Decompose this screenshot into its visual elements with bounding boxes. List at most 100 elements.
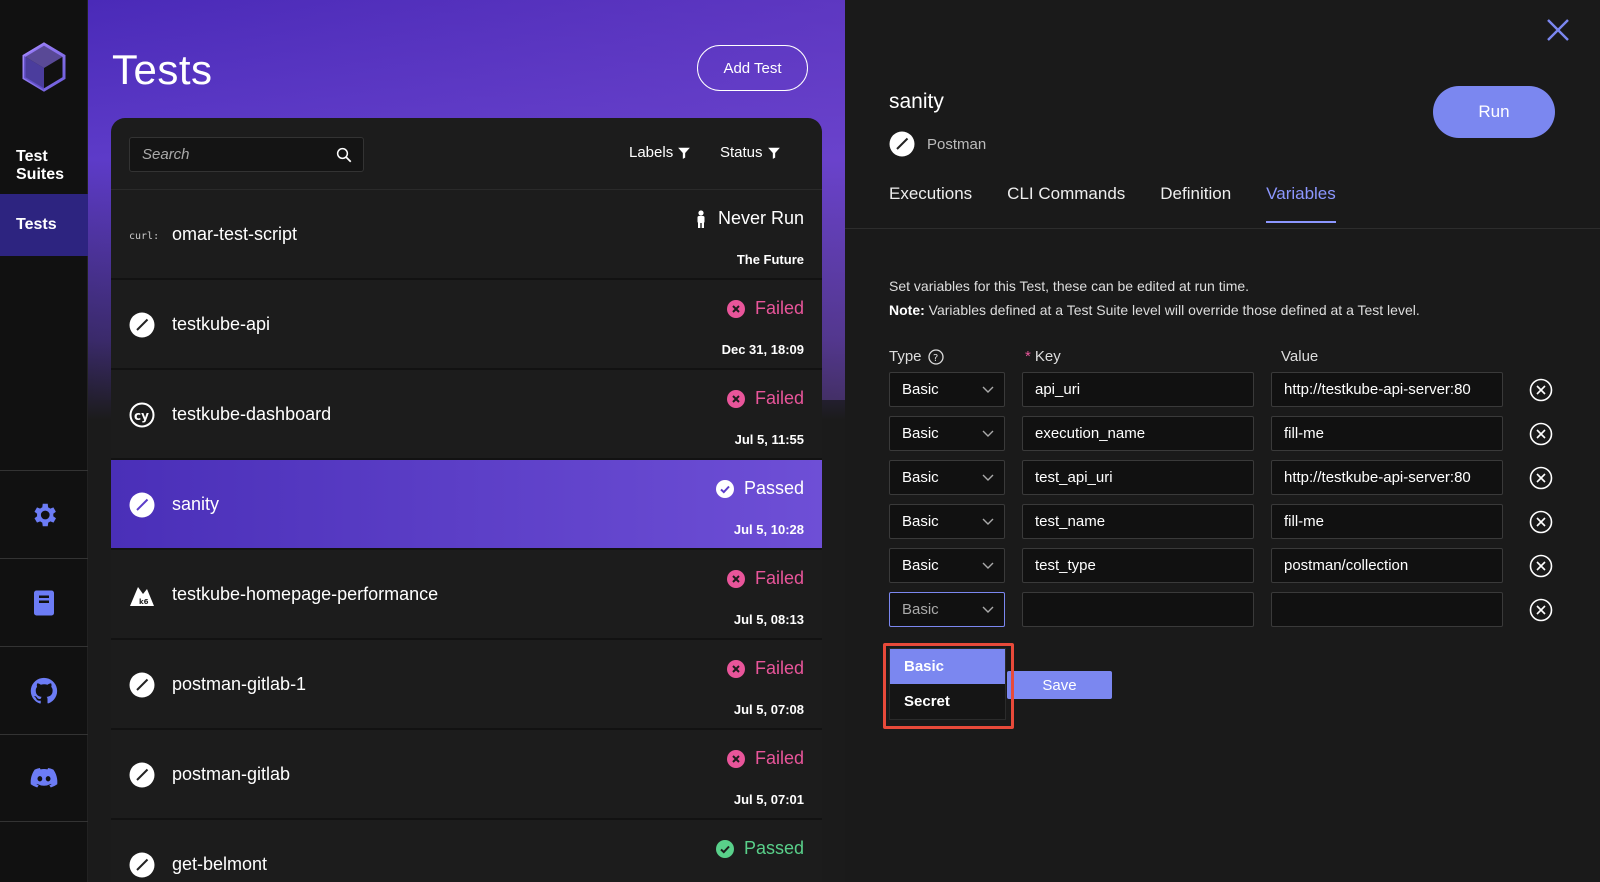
cypress-icon: cy	[129, 402, 155, 428]
settings-button[interactable]	[0, 470, 88, 558]
status-label: Failed	[754, 568, 804, 588]
key-input[interactable]: test_name	[1022, 504, 1254, 539]
postman-icon	[889, 131, 915, 157]
value-input[interactable]: fill-me	[1271, 416, 1503, 451]
test-time: Dec 31, 18:09	[721, 342, 804, 357]
test-name: postman-gitlab	[172, 764, 291, 784]
close-icon[interactable]	[1546, 18, 1570, 42]
test-row[interactable]: k6 testkube-homepage-performance Failed …	[111, 550, 822, 640]
type-select-value: Basic	[902, 513, 939, 530]
key-input[interactable]: test_api_uri	[1022, 460, 1254, 495]
labels-filter-label: Labels	[629, 144, 674, 161]
status-label: Passed	[743, 838, 804, 858]
svg-text:k6: k6	[139, 598, 149, 606]
tab-definition[interactable]: Definition	[1160, 184, 1231, 223]
add-test-button[interactable]: Add Test	[697, 45, 808, 91]
search-icon[interactable]	[335, 146, 353, 164]
test-row[interactable]: postman-gitlab-1 Failed Jul 5, 07:08	[111, 640, 822, 730]
test-row[interactable]: get-belmont Passed	[111, 820, 822, 882]
note-label: Note:	[889, 302, 925, 318]
tab-variables[interactable]: Variables	[1266, 184, 1336, 223]
svg-text:?: ?	[933, 353, 938, 364]
x-circle-icon	[726, 569, 745, 588]
value-input[interactable]: fill-me	[1271, 504, 1503, 539]
note-body: Variables defined at a Test Suite level …	[924, 302, 1420, 318]
type-select[interactable]: Basic	[889, 372, 1005, 407]
list-toolbar: Labels Status	[111, 118, 822, 190]
testkube-logo-icon[interactable]	[22, 42, 66, 92]
test-detail-pane: sanity Postman Run Executions CLI Comman…	[845, 0, 1600, 882]
run-button[interactable]: Run	[1433, 86, 1555, 138]
dropdown-option-secret[interactable]: Secret	[890, 684, 1005, 719]
remove-circle-icon[interactable]	[1529, 510, 1553, 534]
status-label: Failed	[754, 298, 804, 318]
chevron-down-icon	[982, 430, 994, 437]
status-label: Never Run	[717, 208, 804, 228]
test-time: Jul 5, 11:55	[734, 432, 804, 447]
status-filter[interactable]: Status	[720, 144, 781, 161]
remove-circle-icon[interactable]	[1529, 466, 1553, 490]
remove-circle-icon[interactable]	[1529, 422, 1553, 446]
x-circle-icon	[726, 389, 745, 408]
key-input[interactable]: execution_name	[1022, 416, 1254, 451]
remove-circle-icon[interactable]	[1529, 598, 1553, 622]
test-row[interactable]: postman-gitlab Failed Jul 5, 07:01	[111, 730, 822, 820]
type-dropdown-menu: Basic Secret	[889, 648, 1006, 720]
tabs-divider	[845, 228, 1600, 229]
chevron-down-icon	[982, 562, 994, 569]
type-select[interactable]: Basic	[889, 548, 1005, 583]
nav-tests[interactable]: Tests	[0, 194, 88, 256]
tab-cli-commands[interactable]: CLI Commands	[1007, 184, 1125, 223]
description-text: Set variables for this Test, these can b…	[889, 278, 1250, 294]
key-input[interactable]: api_uri	[1022, 372, 1254, 407]
test-type-label: Postman	[927, 135, 987, 153]
test-row[interactable]: cy testkube-dashboard Failed Jul 5, 11:5…	[111, 370, 822, 460]
labels-filter[interactable]: Labels	[629, 144, 691, 161]
test-name: testkube-api	[172, 314, 271, 334]
test-row[interactable]: curl:// omar-test-script Never Run The F…	[111, 190, 822, 280]
key-input[interactable]: test_type	[1022, 548, 1254, 583]
value-input[interactable]: http://testkube-api-server:80	[1271, 460, 1503, 495]
value-input[interactable]: http://testkube-api-server:80	[1271, 372, 1503, 407]
save-button[interactable]: Save	[1007, 671, 1112, 699]
discord-button[interactable]	[0, 734, 88, 822]
status-label: Passed	[743, 478, 804, 498]
test-time: The Future	[736, 252, 804, 267]
remove-circle-icon[interactable]	[1529, 378, 1553, 402]
test-type: Postman	[889, 131, 986, 157]
chevron-down-icon	[982, 518, 994, 525]
key-input[interactable]	[1022, 592, 1254, 627]
type-select[interactable]: Basic	[889, 416, 1005, 451]
help-circle-icon[interactable]: ?	[927, 348, 944, 365]
variables-description: Set variables for this Test, these can b…	[889, 274, 1420, 322]
remove-circle-icon[interactable]	[1529, 554, 1553, 578]
type-select-value: Basic	[902, 425, 939, 442]
search-input[interactable]	[142, 146, 322, 163]
test-row-selected[interactable]: sanity Passed Jul 5, 10:28	[111, 460, 822, 550]
github-icon	[30, 677, 58, 704]
tab-executions[interactable]: Executions	[889, 184, 972, 223]
test-time: Jul 5, 07:08	[733, 702, 804, 717]
type-select[interactable]: Basic	[889, 504, 1005, 539]
k6-icon: k6	[130, 587, 154, 606]
test-name: omar-test-script	[172, 224, 298, 244]
variable-row-new: Basic	[889, 592, 1555, 627]
github-button[interactable]	[0, 646, 88, 734]
value-input[interactable]: postman/collection	[1271, 548, 1503, 583]
postman-icon	[129, 762, 155, 788]
filter-icon	[767, 147, 780, 159]
type-select[interactable]: Basic	[889, 460, 1005, 495]
svg-text:cy: cy	[134, 409, 149, 423]
chevron-down-icon	[982, 474, 994, 481]
dropdown-option-basic[interactable]: Basic	[890, 649, 1005, 684]
discord-icon	[30, 768, 58, 788]
test-status: Failed	[726, 388, 804, 409]
value-input[interactable]	[1271, 592, 1503, 627]
type-select-open[interactable]: Basic	[889, 592, 1005, 627]
postman-icon	[129, 672, 155, 698]
x-circle-icon	[726, 659, 745, 678]
docs-button[interactable]	[0, 558, 88, 646]
test-row[interactable]: testkube-api Failed Dec 31, 18:09	[111, 280, 822, 370]
nav-test-suites[interactable]: Test Suites	[0, 138, 88, 194]
test-name: sanity	[172, 494, 220, 514]
